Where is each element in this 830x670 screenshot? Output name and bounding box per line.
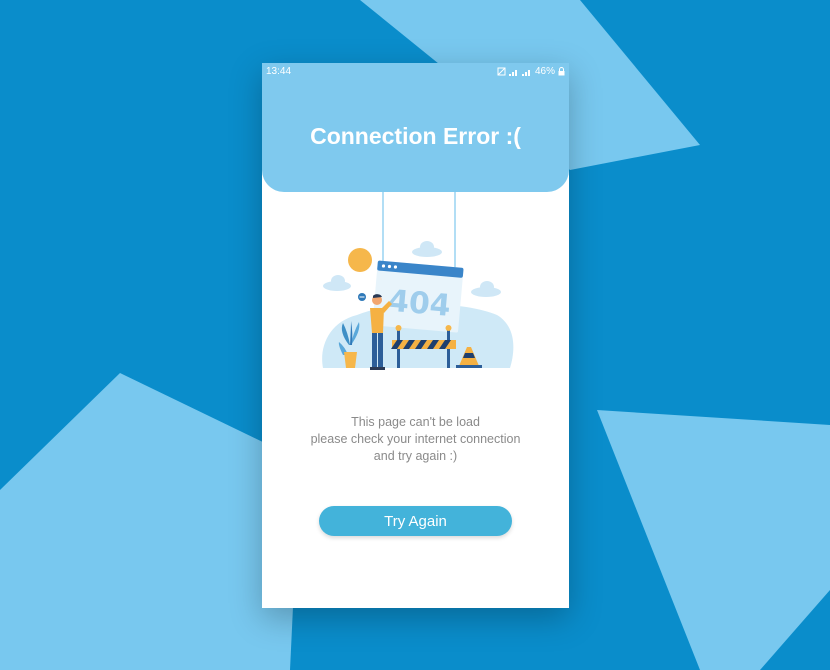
phone-screen: 13:44 46% Connection Error:(404 This p…	[262, 63, 569, 608]
message-line: please check your internet connection	[310, 432, 521, 446]
sun-icon	[348, 248, 372, 272]
status-icons: 46%	[497, 66, 565, 77]
signal-icon	[508, 69, 517, 76]
header: 13:44 46% Connection Error:(	[262, 63, 569, 192]
signal-icon	[521, 69, 530, 76]
page-title: Connection Error :(	[310, 123, 521, 149]
status-bar: 13:44 46%	[262, 63, 569, 81]
lock-icon	[558, 67, 565, 76]
error-message: This page can't be load please check you…	[262, 414, 569, 465]
cloud-icon	[471, 281, 501, 297]
message-line: This page can't be load	[351, 415, 480, 429]
error-illustration: 404	[322, 190, 514, 370]
mute-icon	[497, 67, 506, 76]
error-code-text: 404	[387, 284, 452, 324]
cloud-icon	[412, 241, 442, 257]
battery-level: 46%	[534, 66, 555, 77]
cloud-icon	[323, 275, 351, 291]
message-line: and try again :)	[373, 449, 458, 463]
try-again-button[interactable]: Try Again	[319, 506, 512, 536]
status-time: 13:44	[266, 66, 292, 77]
browser-window-icon: 404	[372, 260, 464, 333]
